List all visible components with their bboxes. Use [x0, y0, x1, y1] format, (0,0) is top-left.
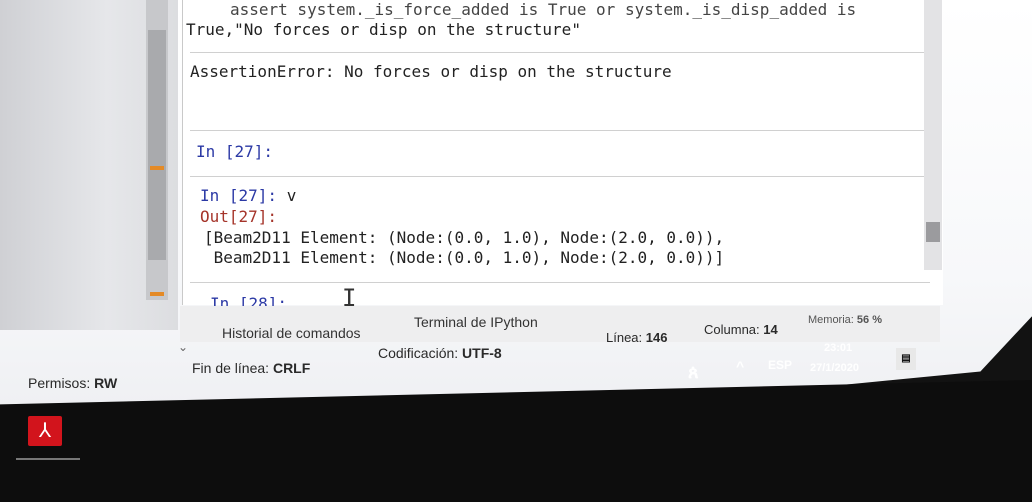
pdf-icon[interactable]: ⅄ — [28, 416, 62, 446]
eol-value: CRLF — [272, 360, 311, 376]
line-value: 146 — [645, 330, 668, 345]
line-label: Línea: — [606, 330, 643, 345]
assertion-error: AssertionError: No forces or disp on the… — [190, 62, 672, 81]
prompt-out-27: Out[27]: — [200, 207, 278, 226]
prompt-in-27: In [27]: — [196, 142, 274, 161]
clock-time[interactable]: 23:01 — [824, 342, 852, 354]
clock-date[interactable]: 27/1/2020 — [810, 362, 859, 374]
cell-divider — [190, 176, 930, 177]
status-eol: Fin de línea: CRLF — [192, 360, 310, 376]
tab-history[interactable]: Historial de comandos — [222, 325, 361, 341]
output-line-1: [Beam2D11 Element: (Node:(0.0, 1.0), Nod… — [204, 228, 725, 247]
memory-value: 56 % — [856, 314, 882, 326]
cell-divider — [190, 282, 930, 283]
encoding-label: Codificación: — [378, 345, 459, 361]
column-value: 14 — [763, 322, 778, 337]
chevron-up-icon[interactable]: ^ — [736, 358, 744, 374]
console-line-true: True,"No forces or disp on the structure… — [186, 20, 581, 39]
console-line-assert: assert system._is_force_added is True or… — [230, 0, 857, 19]
output-line-2: Beam2D11 Element: (Node:(0.0, 1.0), Node… — [204, 248, 725, 267]
cell-divider — [190, 130, 930, 131]
chevron-down-icon[interactable]: ⌄ — [178, 340, 188, 354]
status-memory: Memoria: 56 % — [808, 314, 882, 326]
column-label: Columna: — [704, 322, 760, 337]
permissions-value: RW — [94, 375, 118, 391]
input-text: v — [277, 186, 297, 205]
encoding-value: UTF-8 — [462, 345, 502, 361]
status-permissions: Permisos: RW — [28, 375, 117, 391]
prompt-in-27-second: In [27]: — [200, 186, 278, 205]
status-line: Línea: 146 — [606, 330, 667, 345]
permissions-label: Permisos: — [28, 375, 91, 391]
language-indicator[interactable]: ESP — [768, 358, 792, 372]
status-column: Columna: 14 — [704, 322, 778, 337]
people-icon[interactable]: ጰ — [688, 362, 699, 383]
cell-divider — [190, 52, 930, 53]
eol-label: Fin de línea: — [192, 360, 270, 376]
tab-ipython-terminal[interactable]: Terminal de IPython — [414, 314, 538, 330]
warning-marker — [150, 166, 164, 170]
taskbar-app-indicator — [16, 458, 80, 460]
warning-marker — [150, 292, 164, 296]
status-encoding: Codificación: UTF-8 — [378, 345, 502, 361]
memory-label: Memoria: — [808, 314, 854, 326]
editor-scroll-thumb[interactable] — [148, 30, 166, 260]
console-scroll-thumb[interactable] — [926, 222, 940, 242]
notification-icon[interactable]: ▤ — [896, 348, 916, 370]
input-line-27: In [27]: v — [200, 186, 296, 205]
